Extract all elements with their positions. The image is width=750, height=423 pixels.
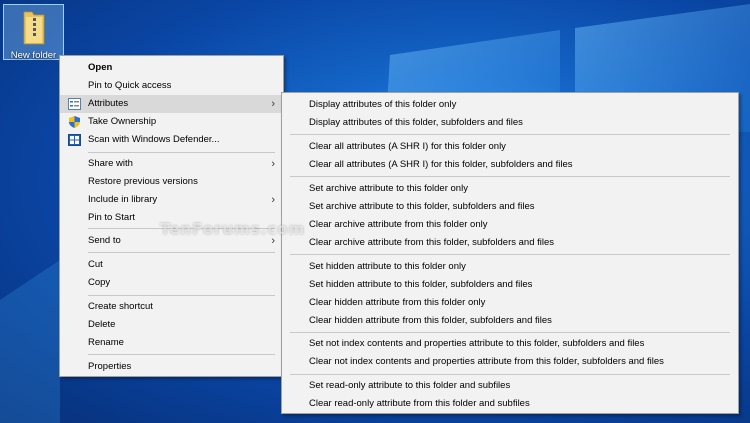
- menu-item-label: Open: [88, 62, 113, 73]
- folder-label: New folder: [10, 50, 57, 61]
- chevron-right-icon: ›: [271, 98, 275, 110]
- submenu-item-display-folder-only[interactable]: Display attributes of this folder only: [282, 96, 738, 114]
- submenu-item-set-not-index[interactable]: Set not index contents and properties at…: [282, 335, 738, 353]
- submenu-item-label: Clear read-only attribute from this fold…: [309, 398, 530, 409]
- submenu-item-label: Set archive attribute to this folder onl…: [309, 183, 468, 194]
- menu-item-label: Share with: [88, 158, 133, 169]
- attributes-submenu: Display attributes of this folder only D…: [281, 92, 739, 414]
- menu-item-label: Include in library: [88, 194, 158, 205]
- submenu-item-set-hidden-folder-only[interactable]: Set hidden attribute to this folder only: [282, 258, 738, 276]
- menu-item-copy[interactable]: Copy: [60, 274, 283, 292]
- menu-item-label: Create shortcut: [88, 301, 153, 312]
- new-folder-desktop-icon[interactable]: New folder: [3, 4, 64, 61]
- menu-item-delete[interactable]: Delete: [60, 316, 283, 334]
- submenu-item-set-hidden-recursive[interactable]: Set hidden attribute to this folder, sub…: [282, 276, 738, 294]
- menu-item-label: Scan with Windows Defender...: [88, 134, 220, 145]
- submenu-item-set-read-only[interactable]: Set read-only attribute to this folder a…: [282, 377, 738, 395]
- submenu-item-clear-not-index[interactable]: Clear not index contents and properties …: [282, 353, 738, 371]
- menu-item-label: Cut: [88, 259, 103, 270]
- submenu-item-label: Display attributes of this folder only: [309, 99, 457, 110]
- menu-item-properties[interactable]: Properties: [60, 358, 283, 376]
- menu-item-label: Take Ownership: [88, 116, 157, 127]
- menu-separator: [88, 354, 275, 355]
- chevron-right-icon: ›: [271, 158, 275, 170]
- submenu-item-clear-hidden-recursive[interactable]: Clear hidden attribute from this folder,…: [282, 312, 738, 330]
- menu-item-label: Copy: [88, 277, 111, 288]
- attributes-icon: [68, 98, 81, 110]
- submenu-item-label: Clear all attributes (A SHR I) for this …: [309, 141, 506, 152]
- submenu-item-label: Set read-only attribute to this folder a…: [309, 380, 511, 391]
- submenu-item-label: Set hidden attribute to this folder only: [309, 261, 466, 272]
- folder-zip-icon: [23, 11, 45, 45]
- submenu-item-label: Set not index contents and properties at…: [309, 338, 645, 349]
- menu-item-label: Send to: [88, 235, 121, 246]
- context-menu: Open Pin to Quick access Attributes › Ta…: [59, 55, 284, 377]
- submenu-item-clear-hidden-folder-only[interactable]: Clear hidden attribute from this folder …: [282, 294, 738, 312]
- menu-separator: [290, 176, 730, 177]
- menu-separator: [290, 134, 730, 135]
- submenu-item-clear-all-recursive[interactable]: Clear all attributes (A SHR I) for this …: [282, 156, 738, 174]
- submenu-item-clear-archive-folder-only[interactable]: Clear archive attribute from this folder…: [282, 216, 738, 234]
- submenu-item-label: Clear archive attribute from this folder…: [309, 237, 555, 248]
- submenu-item-label: Clear hidden attribute from this folder,…: [309, 315, 552, 326]
- menu-item-label: Properties: [88, 361, 132, 372]
- menu-item-label: Rename: [88, 337, 124, 348]
- submenu-item-label: Clear all attributes (A SHR I) for this …: [309, 159, 573, 170]
- menu-item-attributes[interactable]: Attributes ›: [60, 95, 283, 113]
- menu-item-take-ownership[interactable]: Take Ownership: [60, 113, 283, 131]
- menu-item-label: Delete: [88, 319, 116, 330]
- submenu-item-display-all[interactable]: Display attributes of this folder, subfo…: [282, 114, 738, 132]
- menu-separator: [290, 332, 730, 333]
- menu-item-label: Attributes: [88, 98, 129, 109]
- submenu-item-clear-archive-recursive[interactable]: Clear archive attribute from this folder…: [282, 234, 738, 252]
- menu-item-scan-with-windows-defender[interactable]: Scan with Windows Defender...: [60, 131, 283, 149]
- menu-separator: [88, 152, 275, 153]
- submenu-item-label: Clear not index contents and properties …: [309, 356, 664, 367]
- chevron-right-icon: ›: [271, 194, 275, 206]
- submenu-item-label: Clear hidden attribute from this folder …: [309, 297, 486, 308]
- menu-item-label: Restore previous versions: [88, 176, 198, 187]
- submenu-item-label: Clear archive attribute from this folder…: [309, 219, 488, 230]
- menu-item-include-in-library[interactable]: Include in library ›: [60, 191, 283, 209]
- menu-item-create-shortcut[interactable]: Create shortcut: [60, 298, 283, 316]
- submenu-item-label: Set hidden attribute to this folder, sub…: [309, 279, 533, 290]
- submenu-item-clear-all-folder-only[interactable]: Clear all attributes (A SHR I) for this …: [282, 138, 738, 156]
- defender-icon: [68, 134, 81, 146]
- menu-separator: [88, 295, 275, 296]
- submenu-item-set-archive-recursive[interactable]: Set archive attribute to this folder, su…: [282, 198, 738, 216]
- menu-item-pin-to-quick-access[interactable]: Pin to Quick access: [60, 77, 283, 95]
- menu-item-cut[interactable]: Cut: [60, 256, 283, 274]
- shield-icon: [69, 116, 80, 128]
- submenu-item-clear-read-only[interactable]: Clear read-only attribute from this fold…: [282, 395, 738, 413]
- menu-item-open[interactable]: Open: [60, 59, 283, 77]
- menu-item-share-with[interactable]: Share with ›: [60, 155, 283, 173]
- menu-separator: [290, 374, 730, 375]
- submenu-item-label: Display attributes of this folder, subfo…: [309, 117, 523, 128]
- menu-item-rename[interactable]: Rename: [60, 334, 283, 352]
- submenu-item-set-archive-folder-only[interactable]: Set archive attribute to this folder onl…: [282, 180, 738, 198]
- watermark: TenForums.com: [160, 220, 306, 238]
- submenu-item-label: Set archive attribute to this folder, su…: [309, 201, 535, 212]
- menu-item-label: Pin to Quick access: [88, 80, 172, 91]
- menu-separator: [290, 254, 730, 255]
- menu-item-restore-previous-versions[interactable]: Restore previous versions: [60, 173, 283, 191]
- menu-separator: [88, 252, 275, 253]
- menu-item-label: Pin to Start: [88, 212, 135, 223]
